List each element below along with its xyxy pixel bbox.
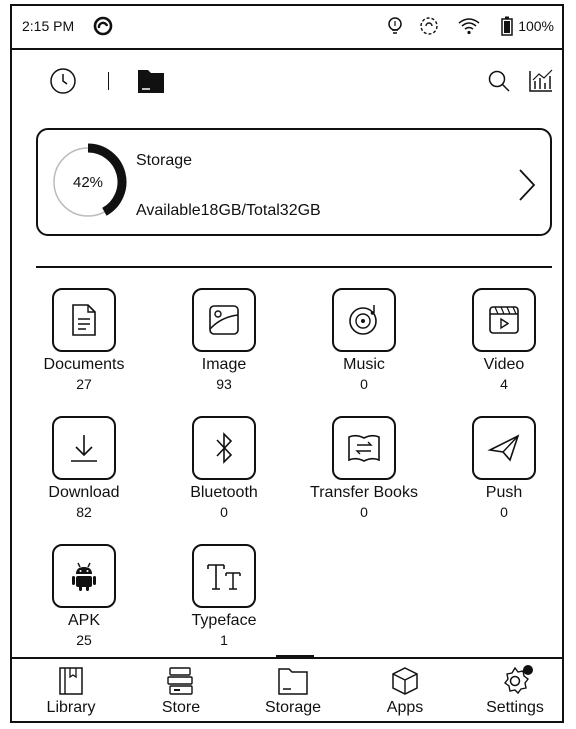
category-label: Transfer Books	[310, 484, 418, 501]
category-label: Push	[485, 484, 523, 501]
wifi-icon	[458, 15, 480, 37]
category-documents[interactable]: Documents 27	[14, 282, 154, 392]
nav-store[interactable]: Store	[126, 659, 236, 721]
category-count: 0	[360, 504, 368, 520]
chevron-right-icon	[519, 169, 536, 201]
category-label: Video	[483, 356, 525, 373]
category-label: Documents	[43, 356, 125, 373]
storage-card[interactable]: 42% Storage Available18GB/Total32GB	[36, 128, 552, 236]
category-music[interactable]: Music 0	[294, 282, 434, 392]
music-icon	[332, 288, 396, 352]
category-bluetooth[interactable]: Bluetooth 0	[154, 410, 294, 520]
typeface-icon	[192, 544, 256, 608]
storage-icon	[277, 665, 309, 697]
bottom-nav: Library Store Storage Apps Settings	[12, 655, 562, 721]
category-push[interactable]: Push 0	[434, 410, 574, 520]
nav-label: Library	[46, 699, 96, 716]
transfer-books-icon	[332, 416, 396, 480]
category-label: Typeface	[191, 612, 257, 629]
storage-title: Storage	[136, 152, 193, 169]
category-count: 0	[500, 504, 508, 520]
storage-toolbar	[12, 58, 562, 106]
folder-icon[interactable]	[136, 66, 166, 96]
battery-percent: 100%	[518, 18, 554, 34]
category-transfer-books[interactable]: Transfer Books 0	[294, 410, 434, 520]
apps-icon	[389, 665, 421, 697]
category-label: APK	[67, 612, 100, 629]
document-icon	[52, 288, 116, 352]
store-icon	[165, 665, 197, 697]
category-count: 0	[360, 376, 368, 392]
clock-icon[interactable]	[48, 66, 78, 96]
category-count: 25	[76, 632, 92, 648]
toolbar-divider	[108, 72, 109, 90]
category-label: Download	[48, 484, 120, 501]
nav-settings[interactable]: Settings	[460, 659, 570, 721]
nav-label: Store	[161, 699, 201, 716]
nav-label: Storage	[264, 699, 322, 716]
nav-label: Settings	[486, 699, 544, 716]
device-screen: 2:15 PM 100% 42% Storage Available18GB/T…	[10, 4, 564, 723]
bluetooth-icon	[192, 416, 256, 480]
category-video[interactable]: Video 4	[434, 282, 574, 392]
battery-icon	[496, 15, 518, 37]
storage-detail: Available18GB/Total32GB	[136, 202, 321, 219]
nav-library[interactable]: Library	[16, 659, 126, 721]
category-count: 4	[500, 376, 508, 392]
storage-percent: 42%	[72, 173, 104, 191]
category-count: 1	[220, 632, 228, 648]
nav-storage[interactable]: Storage	[238, 659, 348, 721]
category-label: Image	[201, 356, 247, 373]
video-icon	[472, 288, 536, 352]
image-icon	[192, 288, 256, 352]
category-count: 0	[220, 504, 228, 520]
category-apk[interactable]: APK 25	[14, 538, 154, 648]
category-label: Bluetooth	[190, 484, 258, 501]
status-bar: 2:15 PM 100%	[12, 6, 562, 50]
category-count: 93	[216, 376, 232, 392]
nav-label: Apps	[386, 699, 424, 716]
category-count: 82	[76, 504, 92, 520]
download-icon	[52, 416, 116, 480]
stats-icon[interactable]	[526, 66, 556, 96]
bulb-icon	[384, 15, 406, 37]
sync-app-icon	[92, 15, 114, 37]
settings-badge	[523, 665, 533, 675]
android-icon	[52, 544, 116, 608]
category-typeface[interactable]: Typeface 1	[154, 538, 294, 648]
nav-apps[interactable]: Apps	[350, 659, 460, 721]
category-image[interactable]: Image 93	[154, 282, 294, 392]
status-time: 2:15 PM	[22, 18, 75, 34]
category-download[interactable]: Download 82	[14, 410, 154, 520]
push-icon	[472, 416, 536, 480]
settings-icon	[499, 665, 533, 697]
category-label: Music	[343, 356, 385, 373]
section-divider	[36, 266, 552, 268]
search-icon[interactable]	[484, 66, 514, 96]
refresh-icon	[418, 15, 440, 37]
category-count: 27	[76, 376, 92, 392]
library-icon	[55, 665, 87, 697]
